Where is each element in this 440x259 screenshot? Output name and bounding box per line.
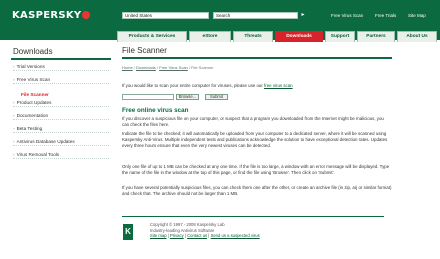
footer-contact-link[interactable]: Contact us xyxy=(187,233,207,238)
title-divider xyxy=(122,57,392,59)
tab-threats[interactable]: Threats xyxy=(233,31,273,42)
breadcrumb-current: File Scanner xyxy=(191,65,214,70)
kaspersky-k-logo-icon: K xyxy=(123,224,133,240)
tab-about-us[interactable]: About Us xyxy=(397,31,437,42)
sidebar-item-documentation[interactable]: › Documentation xyxy=(13,111,109,120)
chevron-right-icon: › xyxy=(13,152,15,157)
search-input[interactable]: Search xyxy=(213,12,298,19)
paragraph: If you discover a suspicious file on you… xyxy=(122,116,384,127)
free-virus-scan-link[interactable]: Free Virus Scan xyxy=(331,12,363,19)
paragraph: If you have several potentially suspicio… xyxy=(122,185,392,196)
chevron-right-icon: › xyxy=(13,64,15,69)
footer-site-map-link[interactable]: Site map xyxy=(150,233,167,238)
logo-mark-icon xyxy=(82,11,91,19)
tab-estore[interactable]: eStore xyxy=(189,31,231,42)
tab-products-services[interactable]: Products & Services xyxy=(117,31,187,42)
submit-button[interactable]: Submit xyxy=(205,94,228,100)
section-heading: Free online virus scan xyxy=(122,107,189,114)
tab-support[interactable]: Support xyxy=(325,31,355,42)
sidebar-divider xyxy=(11,58,111,60)
footer-send-virus-link[interactable]: Send us a suspected virus xyxy=(211,233,260,238)
chevron-down-icon: › xyxy=(13,77,15,82)
breadcrumb: Home / Downloads / Free Virus Scan / Fil… xyxy=(122,65,214,70)
sidebar-item-free-virus-scan[interactable]: › Free Virus Scan xyxy=(13,75,109,84)
breadcrumb-home[interactable]: Home xyxy=(122,65,133,70)
tab-downloads[interactable]: Downloads xyxy=(275,31,323,42)
tab-partners[interactable]: Partners xyxy=(357,31,395,42)
kaspersky-logo[interactable]: KASPERSKY xyxy=(12,10,91,21)
site-map-link[interactable]: Site Map xyxy=(408,12,426,19)
intro-text: If you would like to scan your entire co… xyxy=(122,83,293,88)
paragraph: Only one file of up to 1 MB can be check… xyxy=(122,164,390,175)
page-title: File Scanner xyxy=(122,46,167,55)
free-trials-link[interactable]: Free Trials xyxy=(375,12,396,19)
chevron-right-icon: › xyxy=(13,139,15,144)
footer-divider xyxy=(122,216,384,217)
sidebar-item-product-updates[interactable]: › Product Updates xyxy=(13,98,109,107)
paragraph: Indicate the file to be checked; it will… xyxy=(122,131,388,148)
chevron-right-icon: › xyxy=(13,113,15,118)
breadcrumb-free-virus-scan[interactable]: Free Virus Scan xyxy=(159,65,188,70)
free-virus-scan-inline-link[interactable]: free virus scan xyxy=(264,83,293,88)
sidebar-item-virus-removal-tools[interactable]: › Virus Removal Tools xyxy=(13,150,109,159)
footer-privacy-link[interactable]: Privacy xyxy=(170,233,184,238)
search-go-icon[interactable]: ▸ xyxy=(300,12,306,19)
chevron-right-icon: › xyxy=(13,100,15,105)
sidebar-item-trial-versions[interactable]: › Trial Versions xyxy=(13,62,109,71)
file-path-input[interactable] xyxy=(122,94,174,100)
country-select[interactable]: United States xyxy=(122,12,209,19)
footer-links: Site map | Privacy | Contact us | Send u… xyxy=(150,233,260,239)
browse-button[interactable]: Browse... xyxy=(176,94,199,100)
chevron-right-icon: › xyxy=(13,126,15,131)
breadcrumb-downloads[interactable]: Downloads xyxy=(136,65,156,70)
footer: Copyright © 1997 - 2008 Kaspersky Lab In… xyxy=(150,222,260,239)
sidebar-item-antivirus-database-updates[interactable]: › Antivirus Database Updates xyxy=(13,137,109,146)
sidebar-title: Downloads xyxy=(13,47,53,56)
sidebar-item-beta-testing[interactable]: › Beta Testing xyxy=(13,124,109,133)
